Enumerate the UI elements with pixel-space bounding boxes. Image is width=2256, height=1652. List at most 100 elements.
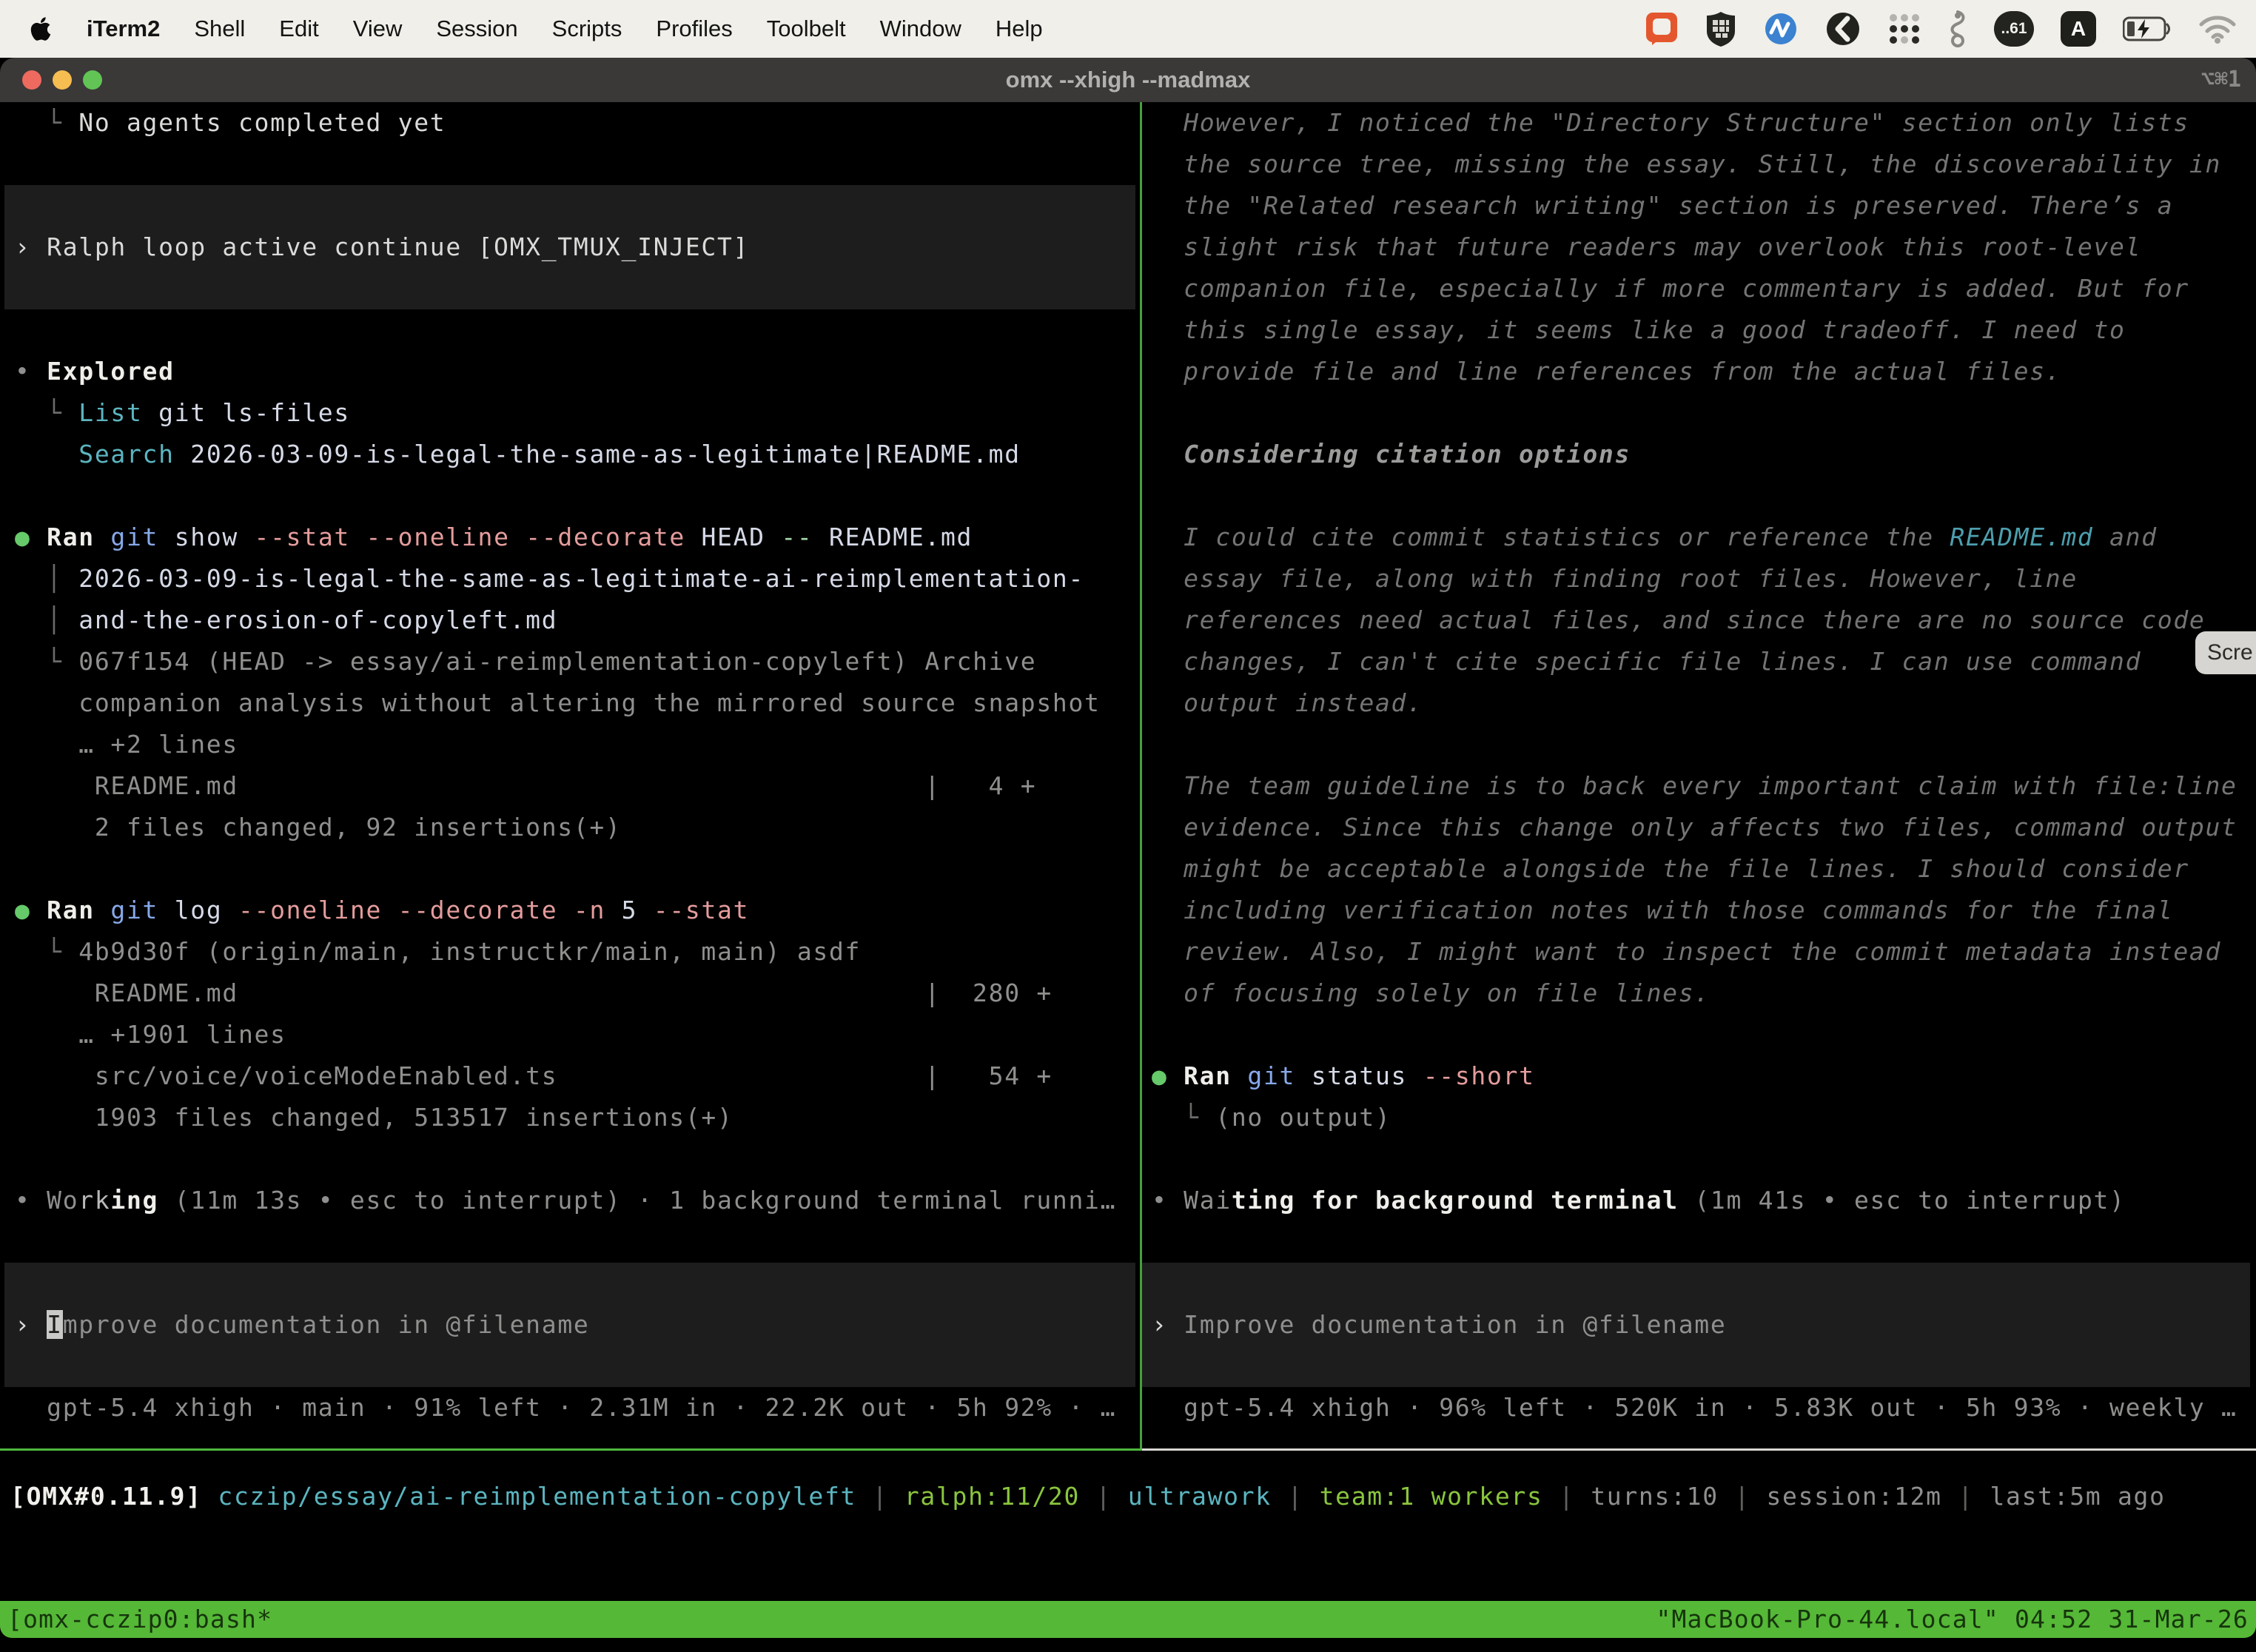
notification-sliver[interactable]: Scre xyxy=(2195,631,2256,674)
omx-status-segment: | xyxy=(1719,1482,1767,1511)
terminal-line: src/voice/voiceModeEnabled.ts | 54 + xyxy=(15,1055,1140,1097)
terminal-line: └ No agents completed yet xyxy=(15,102,1140,144)
text-segment: Wo xyxy=(47,1186,78,1215)
tmux-pane-left[interactable]: └ No agents completed yet › Ralph loop ac… xyxy=(0,102,1140,1448)
terminal-line: companion file, especially if more comme… xyxy=(1152,268,2256,309)
terminal-line: review. Also, I might want to inspect th… xyxy=(1152,931,2256,973)
terminal-line: … +2 lines xyxy=(15,724,1140,765)
terminal-line xyxy=(1152,392,2256,434)
text-segment: this single essay, it seems like a good … xyxy=(1152,315,2126,344)
gauge-badge[interactable]: ..61 xyxy=(1994,11,2034,47)
terminal-line: │ 2026-03-09-is-legal-the-same-as-legiti… xyxy=(15,558,1140,600)
terminal-line: I could cite commit statistics or refere… xyxy=(1152,517,2256,558)
terminal-line: › Ralph loop active continue [OMX_TMUX_I… xyxy=(15,226,749,268)
menu-item-window[interactable]: Window xyxy=(863,16,978,41)
terminal-line: • Waiting for background terminal (1m 41… xyxy=(1152,1180,2256,1221)
menu-item-edit[interactable]: Edit xyxy=(262,16,335,41)
menu-item-help[interactable]: Help xyxy=(978,16,1060,41)
text-segment: the source tree, missing the essay. Stil… xyxy=(1152,150,2221,178)
text-segment: of focusing solely on file lines. xyxy=(1152,978,1711,1007)
menu-item-view[interactable]: View xyxy=(336,16,420,41)
text-segment xyxy=(15,440,78,469)
tmux-pane-right[interactable]: However, I noticed the "Directory Struct… xyxy=(1142,102,2256,1448)
omx-status-segment: [OMX#0.11.9] xyxy=(10,1482,202,1511)
blue-pulse-icon[interactable] xyxy=(1763,11,1799,47)
wifi-icon[interactable] xyxy=(2198,14,2237,44)
text-segment: --oneline xyxy=(366,523,526,551)
terminal-line: output instead. xyxy=(1152,682,2256,724)
terminal-line: README.md | 280 + xyxy=(15,973,1140,1014)
prompt-input-left[interactable]: › Improve documentation in @filename xyxy=(4,1263,1135,1387)
text-segment: -n xyxy=(574,896,622,924)
terminal-line: references need actual files, and since … xyxy=(1152,600,2256,641)
menu-item-iterm2[interactable]: iTerm2 xyxy=(70,16,177,41)
terminal-line: Considering citation options xyxy=(1152,434,2256,475)
text-segment: show xyxy=(175,523,255,551)
text-segment: the "Related research writing" section i… xyxy=(1152,191,2173,220)
apple-menu-icon[interactable] xyxy=(30,16,52,42)
terminal-line: gpt-5.4 xhigh · 96% left · 520K in · 5.8… xyxy=(1152,1387,2256,1428)
omx-status-segment: | xyxy=(1272,1482,1320,1511)
menu-item-scripts[interactable]: Scripts xyxy=(535,16,639,41)
terminal-line xyxy=(1152,1221,2256,1263)
text-segment: │ xyxy=(15,605,78,634)
assistant-badge[interactable]: A xyxy=(2061,11,2096,47)
text-segment: ● xyxy=(1152,1061,1184,1090)
terminal-line: gpt-5.4 xhigh · main · 91% left · 2.31M … xyxy=(15,1387,1140,1428)
text-segment: └ xyxy=(15,108,78,137)
text-segment: README.md xyxy=(1950,523,2093,551)
text-segment: List xyxy=(78,398,158,427)
prompt-input-right[interactable]: › Improve documentation in @filename xyxy=(1142,1263,2250,1387)
text-segment: -- xyxy=(781,523,829,551)
omx-status-segment: | xyxy=(1942,1482,1990,1511)
text-segment: (no output) xyxy=(1215,1103,1391,1132)
terminal-line: the source tree, missing the essay. Stil… xyxy=(1152,144,2256,185)
terminal-line xyxy=(1152,475,2256,517)
omx-status-segment xyxy=(202,1482,218,1511)
text-segment: Ran xyxy=(47,896,110,924)
terminal-line: └ (no output) xyxy=(1152,1097,2256,1138)
text-segment: companion file, especially if more comme… xyxy=(1152,274,2189,303)
terminal-line: the "Related research writing" section i… xyxy=(1152,185,2256,226)
menu-item-shell[interactable]: Shell xyxy=(177,16,262,41)
terminal-line: └ 067f154 (HEAD -> essay/ai-reimplementa… xyxy=(15,641,1140,682)
text-segment: … +2 lines xyxy=(15,730,238,759)
menu-item-session[interactable]: Session xyxy=(419,16,534,41)
omx-status-segment: | xyxy=(1543,1482,1591,1511)
text-segment: output instead. xyxy=(1152,688,1423,717)
text-segment: 4b9d30f (origin/main, instructkr/main, m… xyxy=(78,937,861,966)
text-segment: └ xyxy=(15,647,78,676)
menu-item-toolbelt[interactable]: Toolbelt xyxy=(750,16,863,41)
terminal-line: └ List git ls-files xyxy=(15,392,1140,434)
text-segment: However, I noticed the "Directory Struct… xyxy=(1152,108,2189,137)
text-segment: rk xyxy=(78,1186,110,1215)
text-segment: • xyxy=(15,1186,47,1215)
menu-item-profiles[interactable]: Profiles xyxy=(639,16,749,41)
battery-icon[interactable] xyxy=(2123,16,2172,41)
menu-bar-status-area: ..61 A xyxy=(1645,10,2237,48)
inactive-pane-border xyxy=(1142,1448,2256,1451)
iterm2-window: omx --xhigh --madmax ⌥⌘1 └ No agents com… xyxy=(0,58,2256,1638)
dark-chevron-icon[interactable] xyxy=(1825,11,1861,47)
dots-grid-icon[interactable] xyxy=(1887,12,1921,46)
window-title-bar[interactable]: omx --xhigh --madmax ⌥⌘1 xyxy=(0,58,2256,102)
terminal-line xyxy=(15,475,1140,517)
text-segment: 2026-03-09-is-legal-the-same-as-legitima… xyxy=(190,440,1021,469)
omx-status-segment: | xyxy=(856,1482,904,1511)
text-segment: No agents completed yet xyxy=(78,108,446,137)
squiggle-icon[interactable] xyxy=(1948,10,1967,48)
text-segment: ting for background terminal xyxy=(1232,1186,1679,1215)
shield-grid-icon[interactable] xyxy=(1705,10,1736,47)
text-segment: › xyxy=(1152,1310,1184,1339)
text-segment: • xyxy=(1152,1186,1184,1215)
chat-app-icon[interactable] xyxy=(1645,11,1679,47)
text-segment: Considering citation options xyxy=(1152,440,1631,469)
text-segment: Wai xyxy=(1184,1186,1232,1215)
text-cursor: I xyxy=(47,1310,63,1339)
tmux-session-label[interactable]: [omx-cczip0:bash* xyxy=(7,1601,272,1638)
notification-text: Scre xyxy=(2207,640,2253,665)
text-segment: Ralph loop active continue [OMX_TMUX_INJ… xyxy=(47,232,749,261)
text-segment: 067f154 (HEAD -> essay/ai-reimplementati… xyxy=(78,647,1036,676)
omx-status-segment: ralph:11/20 xyxy=(904,1482,1080,1511)
terminal-line: 2 files changed, 92 insertions(+) xyxy=(15,807,1140,848)
